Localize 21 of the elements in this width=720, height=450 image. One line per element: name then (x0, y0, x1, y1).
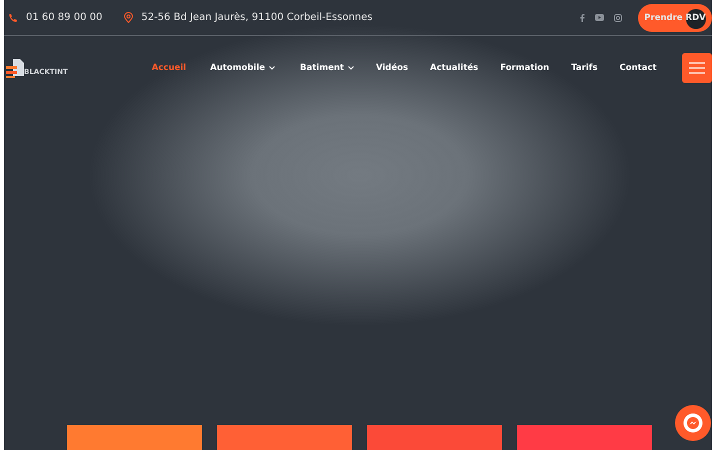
appointment-button[interactable]: Prendre RDV (638, 4, 712, 32)
nav-link[interactable]: Tarifs (571, 63, 598, 73)
menu-icon (689, 62, 705, 74)
instagram-icon[interactable] (614, 14, 622, 22)
nav-link[interactable]: Accueil (152, 63, 186, 73)
location-pin-icon (124, 12, 134, 23)
nav-link[interactable]: Batiment (300, 63, 354, 73)
nav-link[interactable]: Contact (620, 63, 657, 73)
nav-link[interactable]: Automobile (210, 63, 276, 73)
logo-icon (6, 58, 26, 78)
chat-icon (683, 413, 703, 433)
nav-link[interactable]: Vidéos (376, 63, 408, 73)
phone-icon (8, 12, 18, 22)
nav-link[interactable]: Actualités (430, 63, 478, 73)
facebook-icon[interactable] (580, 14, 585, 22)
messenger-button[interactable] (675, 405, 711, 441)
address-text: 52-56 Bd Jean Jaurès, 91100 Corbeil-Essonnes (141, 12, 373, 23)
nav-link[interactable]: Formation (500, 63, 550, 73)
phone-number[interactable]: 01 60 89 00 00 (26, 12, 102, 23)
menu-button[interactable] (682, 53, 712, 83)
youtube-icon[interactable] (595, 14, 604, 21)
